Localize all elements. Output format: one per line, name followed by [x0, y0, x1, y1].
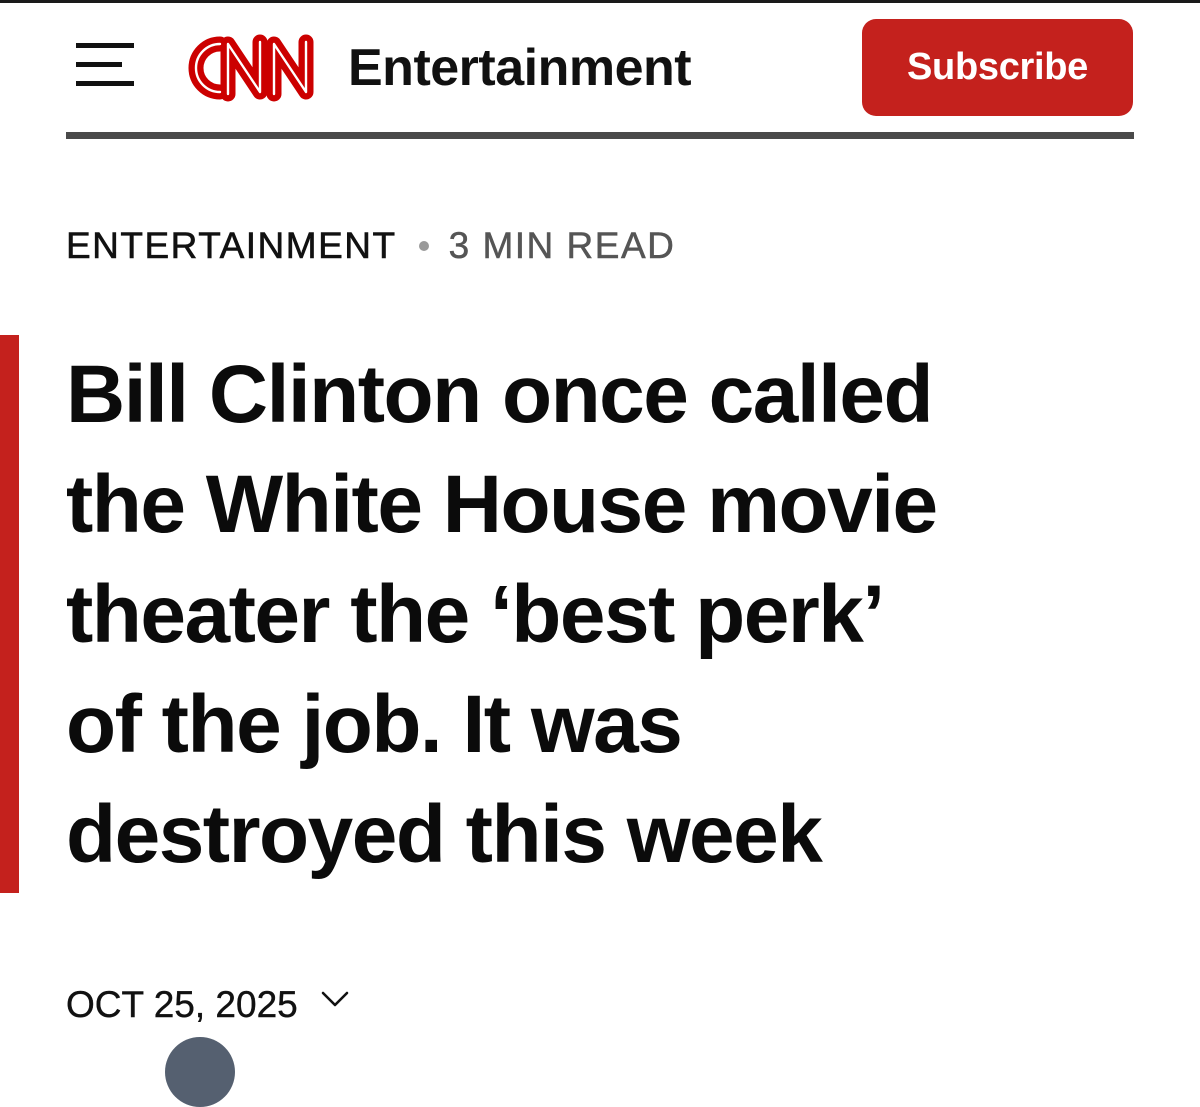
headline-line: theater the ‘best perk’ [66, 569, 885, 660]
cnn-logo[interactable] [168, 30, 326, 106]
publish-date-toggle[interactable]: OCT 25, 2025 [66, 982, 350, 1028]
header-divider [66, 132, 1134, 139]
separator-dot [418, 241, 429, 251]
subscribe-button[interactable]: Subscribe [862, 19, 1133, 116]
chevron-down-icon[interactable] [320, 989, 350, 1009]
headline-accent-bar [0, 335, 19, 893]
site-header: Entertainment Subscribe [0, 0, 1200, 140]
headline-line: Bill Clinton once called [66, 349, 934, 440]
article-headline: Bill Clinton once called the White House… [66, 340, 1166, 890]
article-kicker: ENTERTAINMENT 3 MIN READ [66, 222, 675, 270]
hamburger-menu-icon[interactable] [72, 40, 138, 90]
headline-line: destroyed this week [66, 789, 823, 880]
section-title[interactable]: Entertainment [348, 38, 692, 98]
headline-line: the White House movie [66, 459, 938, 550]
category-label[interactable]: ENTERTAINMENT [66, 225, 397, 267]
read-time: 3 MIN READ [448, 225, 676, 267]
headline-line: of the job. It was [66, 679, 683, 770]
author-avatar[interactable] [165, 1037, 235, 1107]
publish-date: OCT 25, 2025 [66, 984, 298, 1025]
